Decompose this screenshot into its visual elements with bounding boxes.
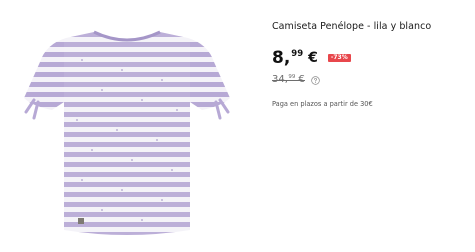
price-cents: 99 bbox=[291, 49, 304, 59]
price-currency: € bbox=[308, 50, 318, 66]
installments-text: Paga en plazos a partir de 30€ bbox=[272, 100, 373, 108]
product-title: Camiseta Penélope - lila y blanco bbox=[272, 21, 432, 32]
old-price: 34, 99 € bbox=[272, 74, 305, 86]
old-price-currency: € bbox=[298, 74, 305, 85]
old-price-row: 34, 99 € bbox=[272, 74, 320, 86]
info-circle-icon[interactable] bbox=[311, 75, 320, 85]
old-price-integer: 34, bbox=[272, 74, 288, 85]
old-price-cents: 99 bbox=[288, 74, 296, 80]
product-image[interactable] bbox=[12, 12, 242, 244]
discount-badge: -73% bbox=[327, 54, 351, 62]
price-integer: 8, bbox=[272, 48, 291, 68]
current-price: 8, 99 € -73% bbox=[272, 48, 351, 68]
